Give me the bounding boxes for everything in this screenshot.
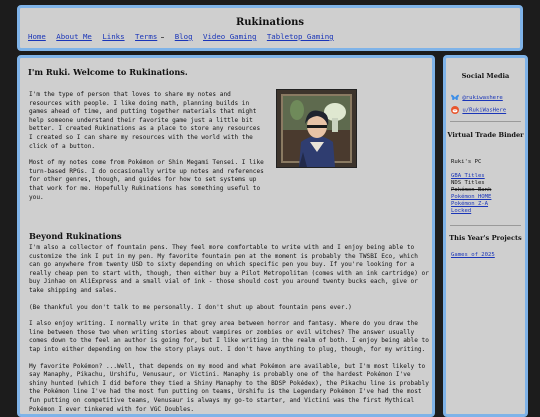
beyond-heading: Beyond Rukinations bbox=[29, 231, 122, 241]
sidebar: Social Media @rukiwashere u/RukiWasHere … bbox=[443, 55, 528, 417]
bluesky-icon bbox=[451, 94, 459, 101]
binder-item-gba: GBA Titles bbox=[451, 173, 485, 180]
reddit-icon bbox=[451, 106, 459, 114]
trade-binder-heading: Virtual Trade Binder bbox=[447, 131, 524, 139]
pens-paragraph: I'm also a collector of fountain pens. T… bbox=[29, 244, 429, 294]
sidebar-divider bbox=[450, 225, 521, 226]
intro-text: I'm the type of person that loves to sha… bbox=[29, 91, 266, 202]
nav-tabletop-gaming[interactable]: Tabletop Gaming bbox=[267, 32, 334, 41]
pokemon-za-link[interactable]: Pokémon Z-A bbox=[451, 201, 488, 207]
pens-note: (Be thankful you don't talk to me person… bbox=[29, 303, 352, 311]
pokemon-home-link[interactable]: Pokémon HOME bbox=[451, 194, 491, 200]
avatar-portrait bbox=[276, 89, 357, 168]
site-header: Rukinations Home About Me Links Terms Bl… bbox=[17, 5, 523, 51]
beyond-text: I'm also a collector of fountain pens. T… bbox=[29, 244, 429, 414]
nav-about-me[interactable]: About Me bbox=[56, 32, 92, 41]
social-media-heading: Social Media bbox=[461, 72, 510, 80]
gba-titles-link[interactable]: GBA Titles bbox=[451, 173, 485, 179]
binder-item-za: Pokémon Z-A bbox=[451, 201, 488, 208]
locked-link[interactable]: Locked bbox=[451, 208, 471, 214]
binder-item-home: Pokémon HOME bbox=[451, 194, 491, 201]
main-nav: Home About Me Links Terms Blog Video Gam… bbox=[28, 32, 340, 41]
site-title: Rukinations bbox=[235, 17, 305, 28]
intro-paragraph-1: I'm the type of person that loves to sha… bbox=[29, 91, 261, 150]
projects-heading: This Year's Projects bbox=[449, 234, 522, 242]
intro-paragraph-2: Most of my notes come from Pokémon or Sh… bbox=[29, 159, 264, 201]
bluesky-link[interactable]: @rukiwashere bbox=[462, 95, 502, 101]
nav-video-gaming[interactable]: Video Gaming bbox=[203, 32, 256, 41]
nav-terms[interactable]: Terms bbox=[135, 32, 157, 41]
games-of-2025-link[interactable]: Games of 2025 bbox=[451, 252, 495, 258]
writing-paragraph: I also enjoy writing. I normally write i… bbox=[29, 320, 429, 353]
nav-separator bbox=[161, 36, 165, 38]
binder-item-bank: Pokémon Bank bbox=[451, 187, 492, 193]
main-content: I'm Ruki. Welcome to Rukinations. I'm th… bbox=[17, 55, 435, 417]
bluesky-link-row: @rukiwashere bbox=[451, 94, 503, 101]
binder-subtitle: Ruki's PC bbox=[451, 159, 482, 165]
pokemon-paragraph: My favorite Pokémon? ...Well, that depen… bbox=[29, 362, 429, 413]
reddit-link-row: u/RukiWasHere bbox=[451, 106, 506, 114]
reddit-link[interactable]: u/RukiWasHere bbox=[462, 108, 506, 114]
binder-item-nds: NDS Titles bbox=[451, 180, 485, 186]
projects-item: Games of 2025 bbox=[451, 252, 495, 259]
nav-blog[interactable]: Blog bbox=[175, 32, 193, 41]
nav-home[interactable]: Home bbox=[28, 32, 46, 41]
portrait-illustration bbox=[277, 90, 356, 167]
welcome-heading: I'm Ruki. Welcome to Rukinations. bbox=[28, 67, 188, 77]
nav-links[interactable]: Links bbox=[102, 32, 124, 41]
sidebar-divider bbox=[450, 121, 521, 122]
binder-item-locked: Locked bbox=[451, 208, 471, 215]
